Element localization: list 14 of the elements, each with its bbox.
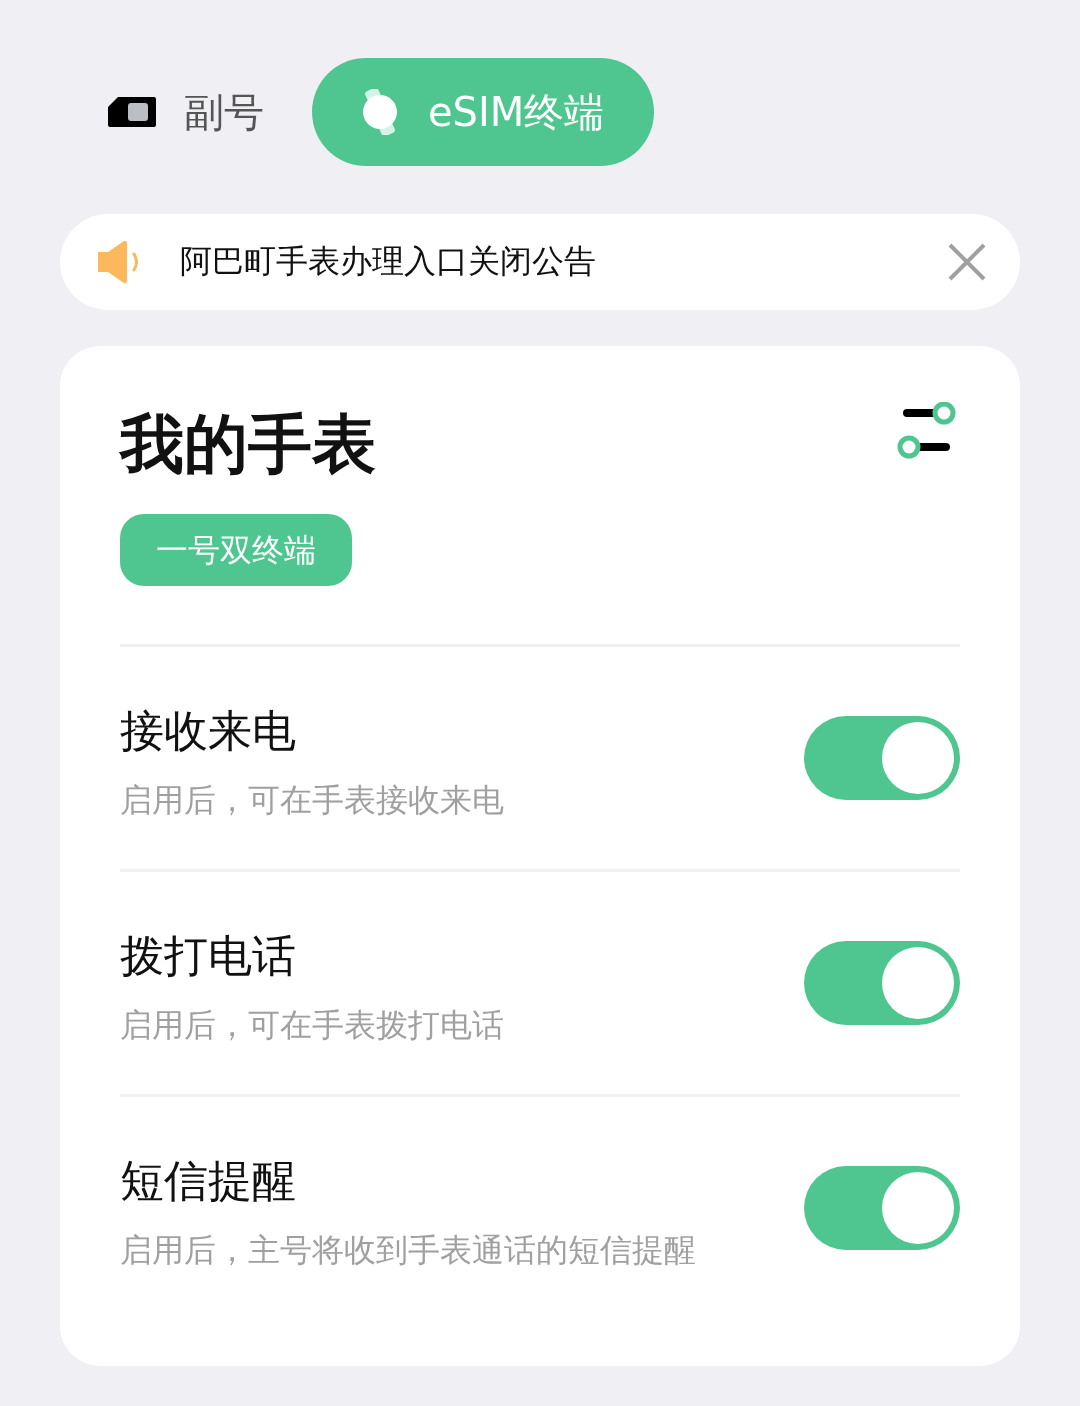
- tab[interactable]: 副号: [60, 58, 312, 166]
- card-title: 我的手表: [120, 406, 376, 483]
- close-button[interactable]: [948, 243, 986, 281]
- setting-title: 短信提醒: [120, 1153, 297, 1208]
- close-icon: [948, 243, 986, 281]
- notice-text: 阿巴町手表办理入口关闭公告: [180, 241, 597, 282]
- setting-description: 启用后，可在手表接收来电: [120, 779, 505, 821]
- sim-card-icon: [108, 97, 156, 127]
- badge: 一号双终端: [120, 514, 352, 586]
- watch-icon: [360, 89, 400, 135]
- setting-title: 接收来电: [120, 703, 297, 758]
- setting-title: 拨打电话: [120, 928, 297, 983]
- setting-description: 启用后，可在手表拨打电话: [120, 1004, 505, 1046]
- setting-description: 启用后，主号将收到手表通话的短信提醒: [120, 1229, 697, 1271]
